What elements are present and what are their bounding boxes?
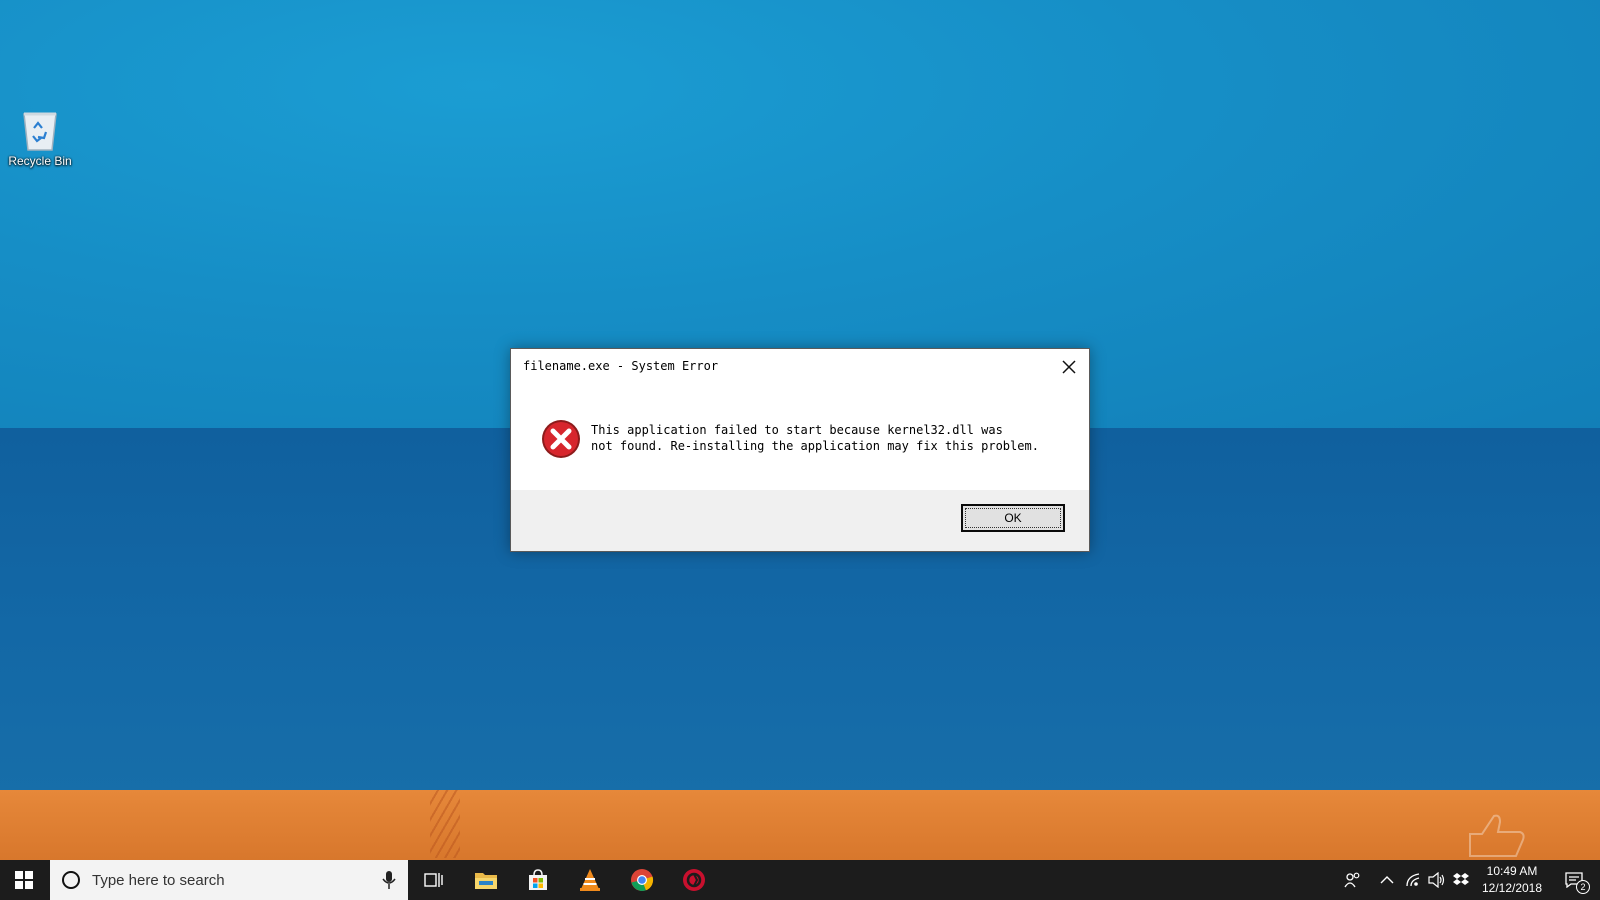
- microsoft-store-icon: [529, 869, 547, 890]
- notification-count-badge: 2: [1576, 880, 1590, 894]
- taskbar: Type here to search 10:49 AM 12/12/2018 …: [0, 860, 1600, 900]
- chrome-icon: [631, 869, 654, 891]
- error-message: This application failed to start because…: [591, 423, 1039, 453]
- wifi-icon: [1406, 873, 1420, 887]
- dropbox-button[interactable]: [1450, 860, 1472, 900]
- thumbs-up-icon: [1469, 814, 1525, 857]
- taskbar-clock[interactable]: 10:49 AM 12/12/2018: [1474, 863, 1550, 897]
- speaker-icon: [1428, 872, 1445, 888]
- close-icon: [1062, 360, 1076, 374]
- wallpaper-sand: [0, 790, 1600, 860]
- people-icon: [1344, 872, 1360, 888]
- chrome-button[interactable]: [618, 860, 666, 900]
- error-icon: [542, 420, 580, 458]
- start-button[interactable]: [0, 860, 48, 900]
- dialog-footer: OK: [511, 490, 1089, 551]
- task-view-icon: [424, 873, 443, 887]
- microphone-icon[interactable]: [382, 870, 396, 890]
- search-placeholder: Type here to search: [92, 872, 225, 889]
- dropbox-icon: [1453, 873, 1469, 885]
- cortana-icon: [62, 871, 80, 889]
- windows-icon: [15, 871, 33, 889]
- ok-button[interactable]: OK: [961, 504, 1065, 532]
- desktop-icon-label: Recycle Bin: [8, 154, 72, 168]
- people-button[interactable]: [1340, 860, 1366, 900]
- app-button[interactable]: [670, 860, 718, 900]
- app-icon: [683, 869, 705, 891]
- task-view-button[interactable]: [410, 860, 458, 900]
- clock-date: 12/12/2018: [1481, 881, 1543, 895]
- microsoft-store-button[interactable]: [514, 860, 562, 900]
- volume-button[interactable]: [1426, 860, 1448, 900]
- dialog-close-button[interactable]: [1057, 355, 1081, 379]
- system-error-dialog: filename.exe - System Error This applica…: [510, 348, 1090, 552]
- file-explorer-button[interactable]: [462, 860, 510, 900]
- vlc-button[interactable]: [566, 860, 614, 900]
- action-center-button[interactable]: 2: [1552, 860, 1596, 900]
- clock-time: 10:49 AM: [1486, 864, 1538, 878]
- wallpaper-footprints: [430, 790, 460, 858]
- file-explorer-icon: [475, 873, 497, 889]
- dialog-body: This application failed to start because…: [511, 389, 1089, 489]
- network-button[interactable]: [1402, 860, 1424, 900]
- desktop-icon-recycle-bin[interactable]: Recycle Bin: [6, 106, 74, 168]
- chevron-up-icon: [1380, 876, 1394, 884]
- show-hidden-icons-button[interactable]: [1376, 860, 1398, 900]
- dialog-title: filename.exe - System Error: [523, 359, 719, 373]
- vlc-icon: [580, 869, 600, 891]
- recycle-bin-icon: [23, 112, 57, 151]
- taskbar-search-box[interactable]: Type here to search: [50, 860, 408, 900]
